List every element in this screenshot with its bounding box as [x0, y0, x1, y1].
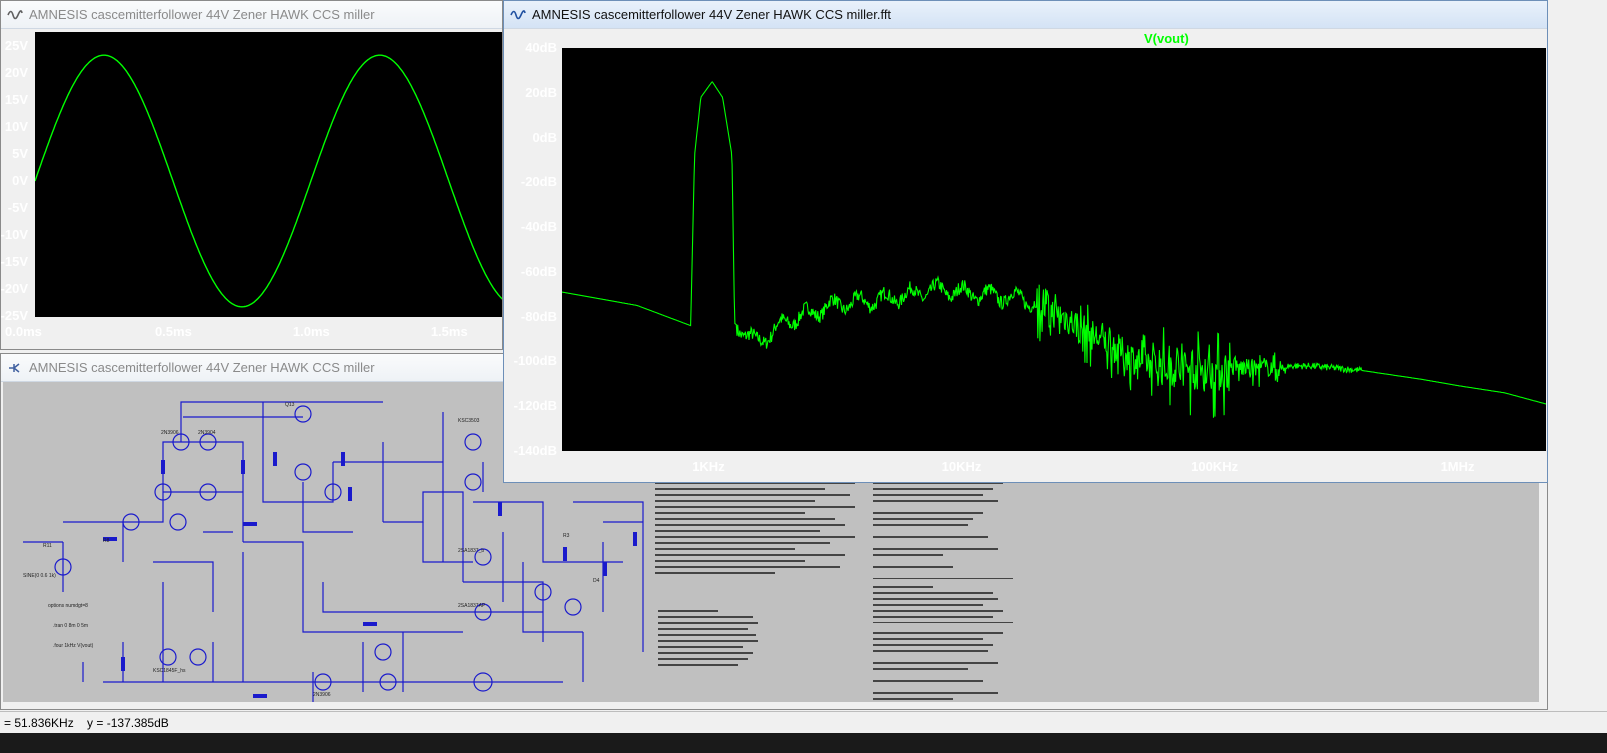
- x-tick-label: 100KHz: [1191, 459, 1239, 474]
- y-tick-label: 0dB: [532, 129, 557, 145]
- svg-text:R8: R8: [103, 538, 110, 544]
- svg-text:SINE(0 0.6 1k): SINE(0 0.6 1k): [23, 573, 56, 579]
- trace-legend-vout[interactable]: V(vout): [1144, 31, 1189, 46]
- x-tick-label: 0.5ms: [154, 324, 192, 339]
- x-tick-label: 1.5ms: [430, 324, 468, 339]
- y-tick-label: 40dB: [525, 40, 557, 55]
- schematic-icon: [9, 362, 20, 373]
- y-tick-label: -80dB: [520, 308, 557, 324]
- ltspice-waveform-icon: [510, 9, 526, 19]
- y-tick-label: -10V: [0, 227, 28, 242]
- svg-text:2SA1837_b: 2SA1837_b: [458, 548, 484, 554]
- svg-text:.four 1kHz V(vout): .four 1kHz V(vout): [53, 643, 94, 649]
- svg-text:D4: D4: [593, 578, 600, 584]
- x-tick-label: 1.0ms: [292, 324, 330, 339]
- y-tick-label: 20dB: [525, 84, 557, 100]
- svg-text:KSC3503: KSC3503: [458, 418, 480, 424]
- y-tick-label: -140dB: [513, 443, 557, 458]
- fft-window-title: AMNESIS cascemitterfollower 44V Zener HA…: [532, 7, 892, 22]
- fft-plot-area[interactable]: [561, 48, 1547, 451]
- svg-text:2SA1837AP: 2SA1837AP: [458, 603, 486, 609]
- y-tick-label: 15V: [4, 92, 28, 107]
- x-tick-label: 1KHz: [692, 459, 725, 474]
- y-tick-label: 20V: [4, 65, 28, 80]
- svg-text:R3: R3: [563, 533, 570, 539]
- y-tick-label: -40dB: [520, 219, 557, 235]
- waveform-graph: [34, 54, 502, 308]
- svg-text:Q13: Q13: [285, 402, 295, 408]
- fft-titlebar[interactable]: AMNESIS cascemitterfollower 44V Zener HA…: [504, 1, 1547, 29]
- y-tick-label: 10V: [4, 119, 28, 134]
- fft-window[interactable]: AMNESIS cascemitterfollower 44V Zener HA…: [503, 0, 1548, 483]
- y-tick-label: -120dB: [513, 398, 557, 414]
- y-tick-label: -100dB: [513, 353, 557, 369]
- y-tick-label: -60dB: [520, 263, 557, 279]
- svg-text:KSC1845F_hs: KSC1845F_hs: [153, 668, 186, 674]
- y-tick-label: -15V: [0, 254, 28, 269]
- y-tick-label: -25V: [0, 308, 28, 323]
- svg-text:2N3906: 2N3906: [161, 430, 179, 436]
- x-tick-label: 10KHz: [941, 459, 982, 474]
- waveform-window[interactable]: AMNESIS cascemitterfollower 44V Zener HA…: [0, 0, 503, 350]
- taskbar-strip: [0, 733, 1607, 753]
- waveform-trace: [34, 54, 502, 308]
- fft-graph: [561, 81, 1547, 418]
- svg-text:2N3906: 2N3906: [313, 692, 331, 698]
- x-tick-label: 1MHz: [1440, 459, 1475, 474]
- y-tick-label: -20V: [0, 281, 28, 296]
- svg-text:2N3904: 2N3904: [198, 430, 216, 436]
- y-tick-label: 0V: [12, 173, 28, 188]
- waveform-plot-area[interactable]: [34, 32, 502, 317]
- y-tick-label: -20dB: [520, 174, 557, 190]
- ltspice-waveform-icon: [7, 9, 23, 19]
- schematic-window-title: AMNESIS cascemitterfollower 44V Zener HA…: [29, 360, 375, 375]
- cursor-readout: = 51.836KHz y = -137.385dB: [4, 716, 169, 730]
- svg-text:.tran 0 8m 0 5m: .tran 0 8m 0 5m: [53, 623, 88, 629]
- svg-text:R11: R11: [43, 543, 52, 549]
- y-tick-label: -5V: [7, 200, 28, 215]
- svg-text:options numdgt=8: options numdgt=8: [48, 603, 88, 609]
- waveform-titlebar[interactable]: AMNESIS cascemitterfollower 44V Zener HA…: [1, 1, 502, 29]
- y-tick-label: 25V: [4, 38, 28, 53]
- y-tick-label: 5V: [12, 146, 28, 161]
- status-bar: = 51.836KHz y = -137.385dB: [0, 711, 1607, 733]
- x-tick-label: 0.0ms: [5, 324, 42, 339]
- waveform-window-title: AMNESIS cascemitterfollower 44V Zener HA…: [29, 7, 375, 22]
- fft-trace: [561, 81, 1547, 418]
